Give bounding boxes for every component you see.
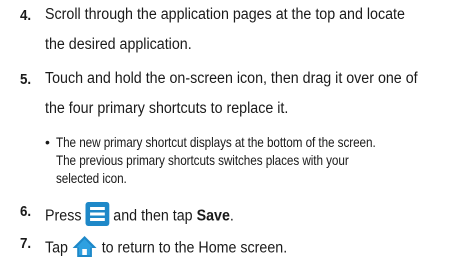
step-text: Tap [45,239,68,257]
bullet-text-line: selected icon. [56,170,127,186]
step-text: . [229,207,234,225]
step-text-line: the four primary shortcuts to replace it… [45,100,289,117]
step-text: to return to the Home screen. [101,239,288,257]
step-number: 6. [20,204,32,220]
step-text: and then tap [113,207,193,225]
step-text: Press [45,207,82,225]
step-text-line: Press and then tap Save. [45,202,234,231]
step-number: 4. [20,8,32,24]
bullet-dot: • [45,134,50,150]
step-text-line: Scroll through the application pages at … [45,6,405,23]
home-key-icon [72,234,98,263]
step-number: 7. [20,236,32,252]
menu-key-icon [85,202,110,231]
bullet-text-line: The new primary shortcut displays at the… [56,134,376,150]
bullet-text-line: The previous primary shortcuts switches … [56,152,349,168]
step-text-line: the desired application. [45,36,192,53]
step-number: 5. [20,72,32,88]
step-text-line: Touch and hold the on-screen icon, then … [45,70,418,87]
step-text-line: Tap to return to the Home screen. [45,234,287,263]
save-label: Save [196,207,230,225]
